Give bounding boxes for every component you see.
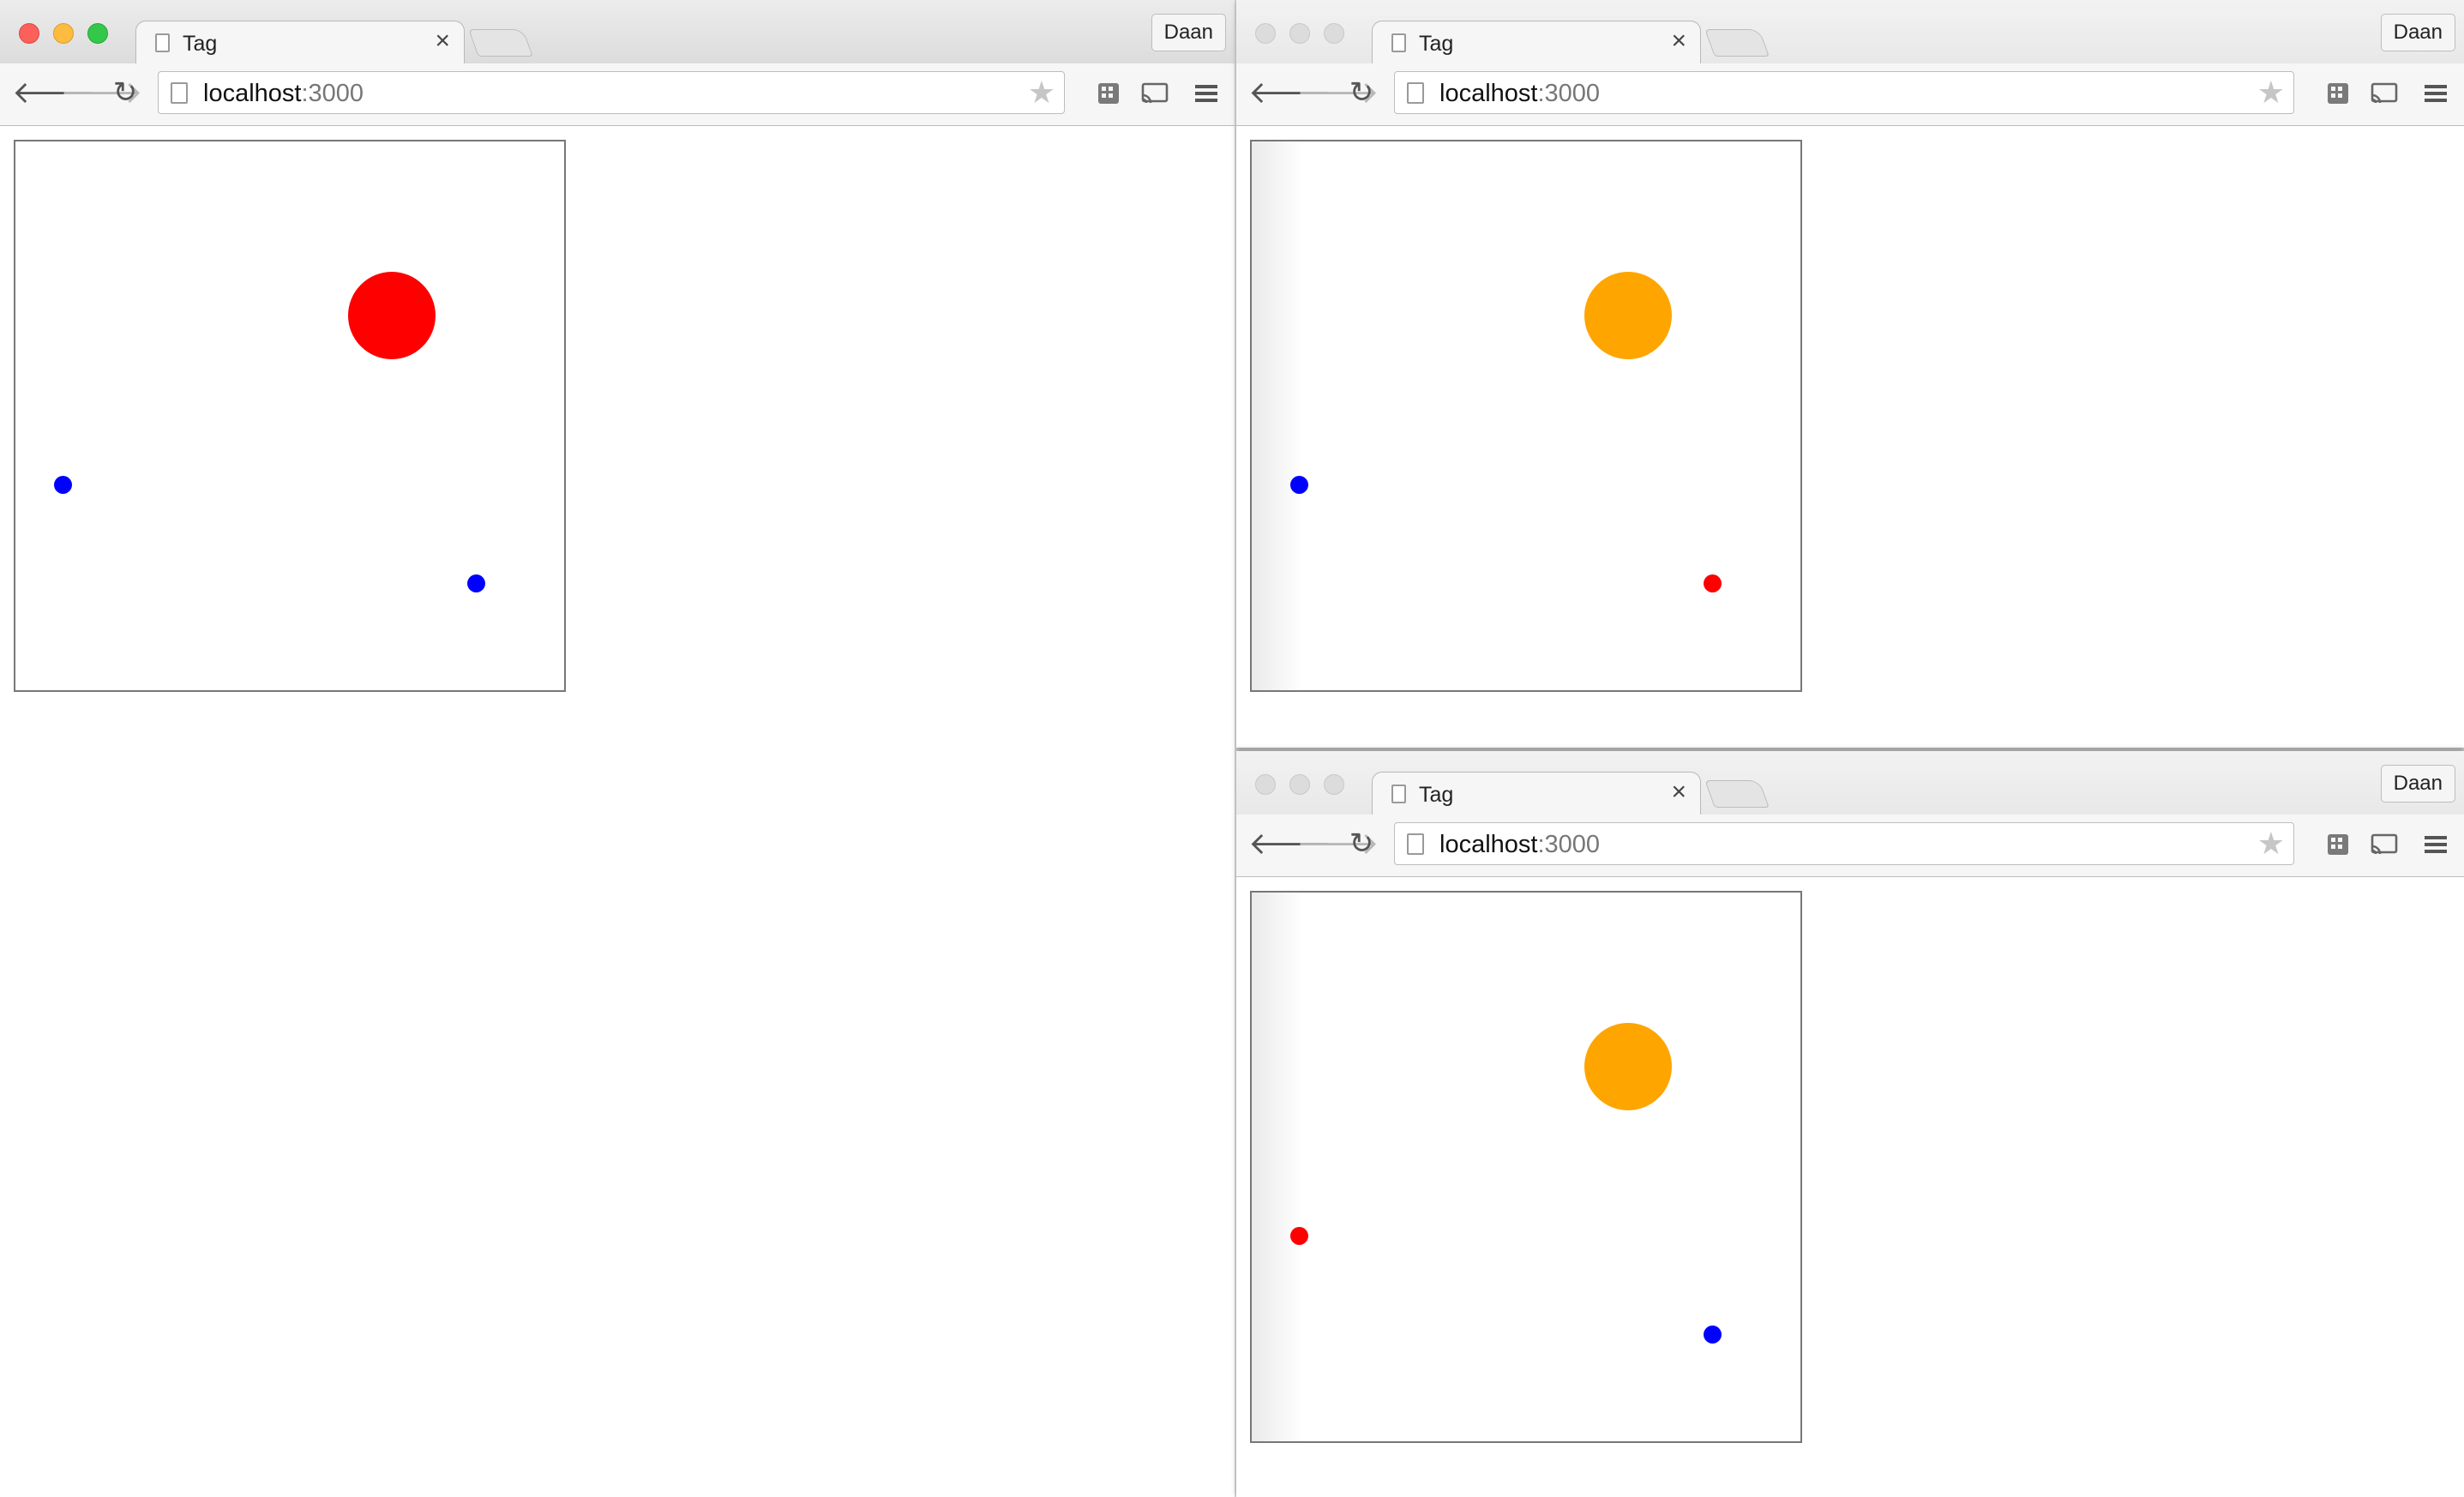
tab-title: Tag [183, 32, 218, 56]
runner-player [1290, 476, 1308, 494]
address-bar[interactable]: localhost:3000 ★ [158, 71, 1065, 114]
hamburger-menu-icon[interactable] [2421, 79, 2450, 108]
forward-arrow-icon[interactable]: 🡒 [1296, 75, 1379, 110]
address-bar[interactable]: localhost:3000 ★ [1394, 71, 2294, 114]
reload-icon[interactable]: ↻ [1344, 75, 1379, 110]
new-tab-button[interactable] [468, 29, 533, 57]
close-icon[interactable]: × [1671, 779, 1686, 805]
cast-icon[interactable] [1140, 79, 1169, 108]
close-window-button[interactable] [19, 23, 39, 44]
window-controls [19, 23, 108, 44]
url-text: localhost:3000 [1439, 80, 1601, 107]
page-content [0, 126, 1235, 1497]
profile-button[interactable]: Daan [2380, 14, 2455, 51]
page-content [1236, 126, 2464, 748]
title-bar: Tag × Daan [1236, 0, 2464, 65]
address-bar[interactable]: localhost:3000 ★ [1394, 822, 2294, 865]
bookmark-star-icon[interactable]: ★ [1028, 75, 1055, 110]
zoom-window-button[interactable] [87, 23, 108, 44]
page-icon [171, 82, 188, 104]
close-window-button[interactable] [1255, 774, 1276, 795]
hamburger-menu-icon[interactable] [2421, 830, 2450, 859]
new-tab-button[interactable] [1704, 29, 1770, 57]
zoom-window-button[interactable] [1324, 23, 1344, 44]
close-icon[interactable]: × [1671, 28, 1686, 54]
back-arrow-icon[interactable]: 🡐 [1248, 827, 1331, 861]
runner-player [54, 476, 72, 494]
browser-window-top-right: Tag × Daan 🡐 🡒 ↻ localhost:3000 ★ [1236, 0, 2464, 748]
reload-icon[interactable]: ↻ [1344, 827, 1379, 861]
forward-arrow-icon[interactable]: 🡒 [60, 75, 143, 110]
runner-player [1704, 1326, 1722, 1344]
back-arrow-icon[interactable]: 🡐 [1248, 75, 1331, 110]
game-canvas[interactable] [14, 140, 566, 692]
tagger-player [1584, 272, 1672, 359]
page-icon [1407, 833, 1424, 855]
minimize-window-button[interactable] [1289, 23, 1310, 44]
tagger-player [1584, 1023, 1672, 1110]
browser-window-bottom-right: Tag × Daan 🡐 🡒 ↻ localhost:3000 ★ [1236, 751, 2464, 1497]
toolbar: 🡐 🡒 ↻ localhost:3000 ★ [0, 63, 1235, 126]
reload-icon[interactable]: ↻ [108, 75, 142, 110]
game-canvas[interactable] [1250, 140, 1802, 692]
profile-button[interactable]: Daan [2380, 765, 2455, 803]
extension-icon[interactable] [2323, 79, 2353, 108]
cast-icon[interactable] [2370, 830, 2399, 859]
browser-window-main: Tag × Daan 🡐 🡒 ↻ localhost:3000 ★ [0, 0, 1235, 1497]
tab-tag[interactable]: Tag × [1372, 772, 1701, 816]
bookmark-star-icon[interactable]: ★ [2257, 827, 2285, 861]
forward-arrow-icon[interactable]: 🡒 [1296, 827, 1379, 861]
page-icon [1407, 82, 1424, 104]
cast-icon[interactable] [2370, 79, 2399, 108]
window-controls [1255, 23, 1344, 44]
bookmark-star-icon[interactable]: ★ [2257, 75, 2285, 110]
title-bar: Tag × Daan [1236, 751, 2464, 816]
tab-tag[interactable]: Tag × [135, 21, 465, 65]
page-content [1236, 877, 2464, 1497]
profile-button[interactable]: Daan [1151, 14, 1226, 51]
minimize-window-button[interactable] [53, 23, 74, 44]
extension-icon[interactable] [2323, 830, 2353, 859]
close-window-button[interactable] [1255, 23, 1276, 44]
page-icon [155, 33, 170, 52]
title-bar: Tag × Daan [0, 0, 1235, 65]
new-tab-button[interactable] [1704, 780, 1770, 808]
hamburger-menu-icon[interactable] [1192, 79, 1221, 108]
minimize-window-button[interactable] [1289, 774, 1310, 795]
back-arrow-icon[interactable]: 🡐 [12, 75, 95, 110]
toolbar: 🡐 🡒 ↻ localhost:3000 ★ [1236, 63, 2464, 126]
tab-title: Tag [1419, 783, 1454, 807]
page-icon [1391, 785, 1406, 803]
game-canvas[interactable] [1250, 891, 1802, 1443]
extension-icon[interactable] [1094, 79, 1123, 108]
zoom-window-button[interactable] [1324, 774, 1344, 795]
tab-tag[interactable]: Tag × [1372, 21, 1701, 65]
tagger-player [348, 272, 436, 359]
window-controls [1255, 774, 1344, 795]
toolbar: 🡐 🡒 ↻ localhost:3000 ★ [1236, 815, 2464, 877]
runner-player [467, 574, 485, 592]
url-text: localhost:3000 [1439, 831, 1601, 858]
self-player [1290, 1227, 1308, 1245]
page-icon [1391, 33, 1406, 52]
self-player [1704, 574, 1722, 592]
url-text: localhost:3000 [203, 80, 364, 107]
close-icon[interactable]: × [435, 28, 450, 54]
tab-title: Tag [1419, 32, 1454, 56]
